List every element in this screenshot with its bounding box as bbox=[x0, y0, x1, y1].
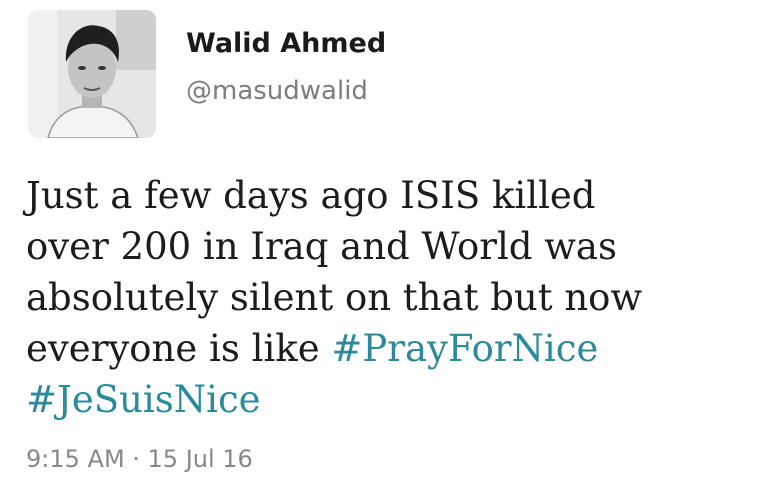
profile-photo-icon bbox=[28, 10, 156, 138]
avatar[interactable] bbox=[28, 10, 156, 138]
tweet-timestamp[interactable]: 9:15 AM · 15 Jul 16 bbox=[26, 445, 253, 473]
tweet-card: Walid Ahmed @masudwalid Just a few days … bbox=[0, 0, 764, 500]
tweet-line-with-hashtag: everyone is like #PrayForNice bbox=[26, 323, 756, 374]
display-name[interactable]: Walid Ahmed bbox=[186, 28, 386, 59]
tweet-line: absolutely silent on that but now bbox=[26, 276, 643, 319]
tweet-line-text: everyone is like bbox=[26, 327, 332, 370]
hashtag-line: #JeSuisNice bbox=[26, 374, 756, 425]
hashtag-link[interactable]: #JeSuisNice bbox=[26, 378, 261, 421]
tweet-line: over 200 in Iraq and World was bbox=[26, 225, 617, 268]
hashtag-link[interactable]: #PrayForNice bbox=[331, 327, 598, 370]
tweet-text: Just a few days ago ISIS killed over 200… bbox=[26, 170, 756, 425]
tweet-line: Just a few days ago ISIS killed bbox=[26, 174, 596, 217]
user-handle[interactable]: @masudwalid bbox=[186, 76, 368, 106]
